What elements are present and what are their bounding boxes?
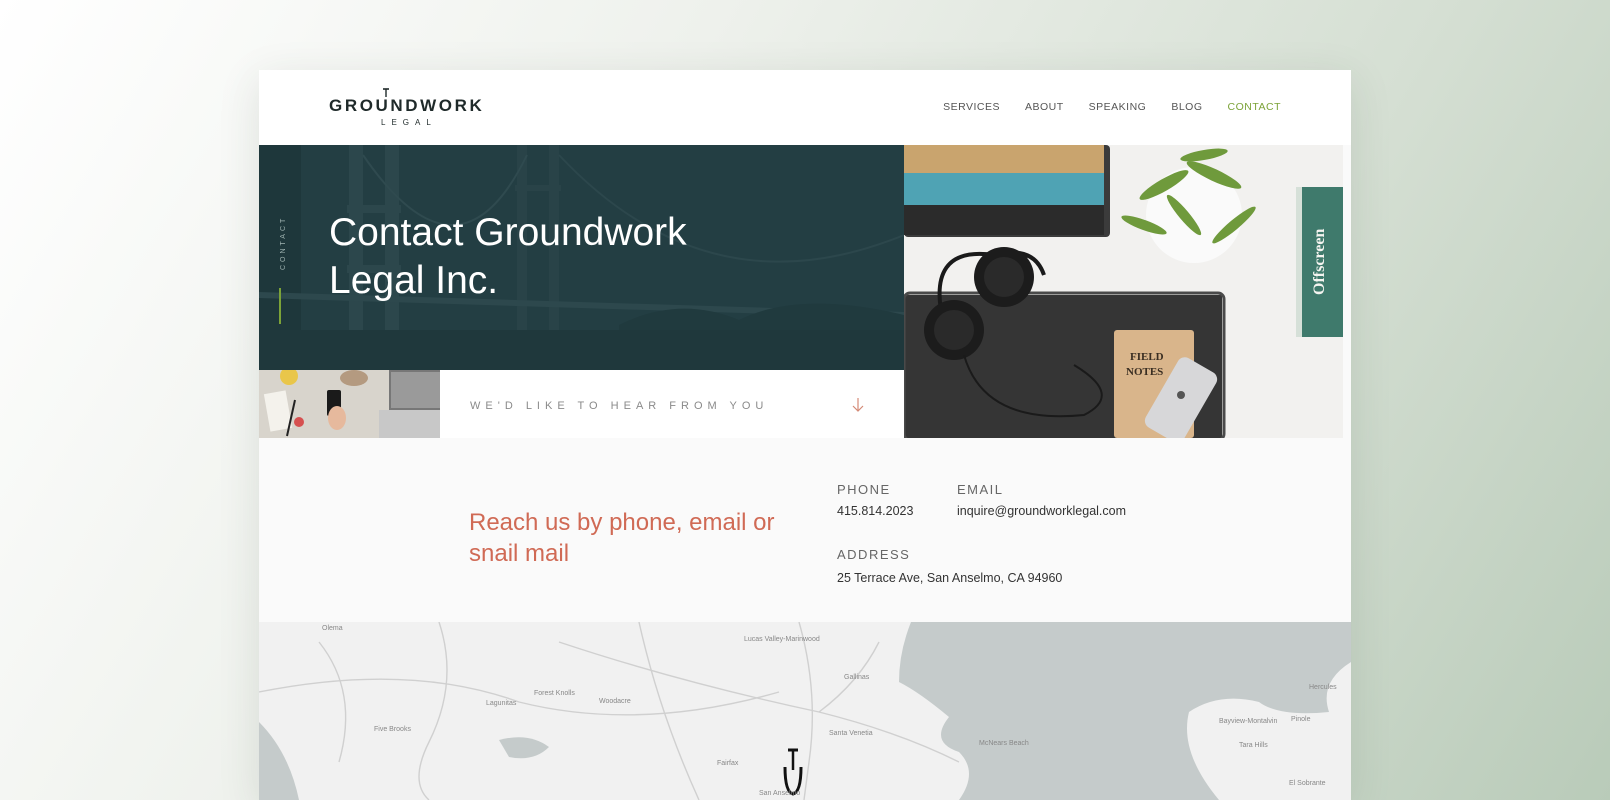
nav-speaking[interactable]: SPEAKING (1089, 101, 1147, 113)
map-place-label: Tara Hills (1239, 742, 1268, 749)
contact-heading: Reach us by phone, email or snail mail (469, 509, 775, 567)
workspace-illustration: FIELD NOTES Offscreen (904, 145, 1343, 438)
map-place-label: Lagunitas (486, 700, 517, 707)
map-place-label: Santa Venetia (829, 730, 873, 737)
hear-from-you-text: WE'D LIKE TO HEAR FROM YOU (470, 400, 769, 412)
page-title: Contact Groundwork Legal Inc. (329, 211, 687, 302)
phone-label: PHONE (837, 482, 891, 497)
map-illustration (259, 622, 1351, 800)
map-place-label: San Anselmo (759, 790, 801, 797)
map-place-label: Pinole (1291, 716, 1311, 723)
map-place-label: El Sobrante (1289, 780, 1326, 787)
page-frame: GROUNDWORK LEGAL SERVICES ABOUT SPEAKING… (259, 70, 1351, 800)
map-place-label: Lucas Valley-Marinwood (744, 636, 820, 643)
map-place-label: Fairfax (717, 760, 739, 767)
main-nav: SERVICES ABOUT SPEAKING BLOG CONTACT (943, 101, 1281, 113)
book-spine-text: Offscreen (1311, 229, 1328, 295)
nav-about[interactable]: ABOUT (1025, 101, 1064, 113)
map-place-label: Bayview-Montalvin (1219, 718, 1278, 725)
desk-illustration (259, 370, 440, 438)
workspace-photo: FIELD NOTES Offscreen (904, 145, 1343, 438)
map-place-label: Hercules (1309, 684, 1337, 691)
notebook-text: FIELD (1130, 351, 1164, 363)
map-place-label: McNears Beach (979, 740, 1029, 747)
shovel-icon (383, 88, 389, 97)
desk-photo (259, 370, 440, 438)
hero-banner: CONTACT Contact Groundwork Legal Inc. (259, 145, 904, 370)
hear-from-you-band: WE'D LIKE TO HEAR FROM YOU (440, 370, 904, 438)
nav-services[interactable]: SERVICES (943, 101, 1000, 113)
side-section-label: CONTACT (280, 215, 287, 270)
map-place-label: Forest Knolls (534, 690, 575, 697)
email-label: EMAIL (957, 482, 1004, 497)
map-place-label: Gallinas (844, 674, 870, 681)
phone-value[interactable]: 415.814.2023 (837, 504, 913, 518)
logo[interactable]: GROUNDWORK LEGAL (329, 88, 489, 130)
map-place-label: Woodacre (599, 698, 631, 705)
email-value[interactable]: inquire@groundworklegal.com (957, 504, 1126, 518)
address-label: ADDRESS (837, 547, 911, 562)
nav-contact[interactable]: CONTACT (1228, 101, 1281, 113)
address-value: 25 Terrace Ave, San Anselmo, CA 94960 (837, 571, 1063, 585)
accent-line (279, 288, 281, 324)
map-place-label: Olema (322, 625, 343, 632)
site-header: GROUNDWORK LEGAL SERVICES ABOUT SPEAKING… (259, 70, 1351, 145)
logo-subtitle: LEGAL (381, 118, 437, 127)
arrow-down-icon[interactable] (852, 397, 864, 413)
nav-blog[interactable]: BLOG (1171, 101, 1202, 113)
map-place-label: Five Brooks (374, 726, 411, 733)
logo-wordmark: GROUNDWORK (329, 96, 485, 115)
location-map[interactable]: Olema Lucas Valley-Marinwood Forest Knol… (259, 622, 1351, 800)
notebook-text-2: NOTES (1126, 366, 1163, 378)
